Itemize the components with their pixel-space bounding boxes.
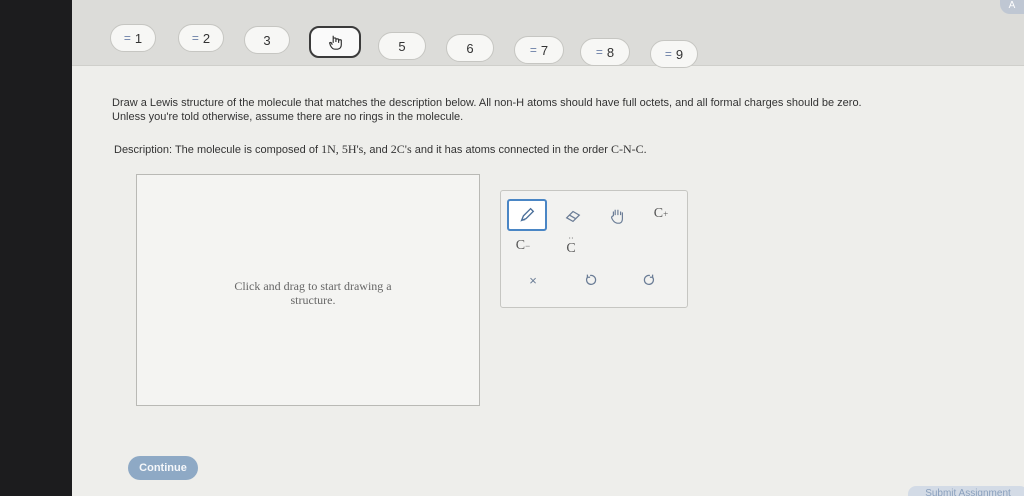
eraser-tool[interactable] xyxy=(559,203,587,229)
instructions-line-2: Unless you're told otherwise, assume the… xyxy=(112,111,464,123)
question-nav-5[interactable]: 5 xyxy=(378,32,426,60)
question-number: 8 xyxy=(606,44,615,60)
minus-charge-icon: − xyxy=(525,241,531,251)
question-instructions: Draw a Lewis structure of the molecule t… xyxy=(112,96,992,124)
formula-nitrogen: 1N, xyxy=(321,142,339,156)
formula-hydrogen: 5H's, xyxy=(341,142,367,156)
redo-icon xyxy=(643,274,655,286)
question-number: 6 xyxy=(466,40,474,56)
answered-mark-icon: = xyxy=(191,31,199,45)
description-and: and xyxy=(369,144,388,156)
submit-assignment-button[interactable]: Submit Assignment xyxy=(908,486,1024,496)
question-nav-3[interactable]: 3 xyxy=(244,26,290,54)
molecule-description: Description: The molecule is composed of… xyxy=(114,142,994,157)
pencil-icon xyxy=(520,207,535,222)
description-text-b: and it has atoms connected in the order xyxy=(414,144,608,156)
carbanion-tool[interactable]: C − xyxy=(509,233,537,259)
answered-mark-icon: = xyxy=(664,47,672,61)
undo-icon xyxy=(585,274,597,286)
lone-pair-tool[interactable]: ·· C xyxy=(557,233,585,259)
question-nav-1[interactable]: = 1 xyxy=(110,24,156,52)
close-icon: × xyxy=(529,272,537,288)
question-nav-6[interactable]: 6 xyxy=(446,34,494,62)
drawing-toolbox: C + C − ·· C × xyxy=(500,190,688,308)
structure-drawing-canvas[interactable]: Click and drag to start drawing a struct… xyxy=(136,174,480,406)
lone-pair-label: C xyxy=(566,241,576,256)
answered-mark-icon: = xyxy=(529,43,537,57)
question-nav-8[interactable]: = 8 xyxy=(580,38,630,66)
redo-button[interactable] xyxy=(635,267,663,293)
eraser-icon xyxy=(565,210,581,223)
question-number: 9 xyxy=(675,46,684,62)
answered-mark-icon: = xyxy=(123,31,131,45)
atom-order: C-N-C. xyxy=(611,142,647,156)
formula-carbon: 2C's xyxy=(390,142,412,156)
question-number: 2 xyxy=(202,30,211,46)
continue-button[interactable]: Continue xyxy=(128,456,198,480)
question-nav-4-current[interactable] xyxy=(309,26,361,58)
carbanion-label: C xyxy=(515,238,526,253)
cation-label: C xyxy=(653,206,664,221)
question-number: 1 xyxy=(134,30,143,46)
description-text-a: The molecule is composed of xyxy=(174,144,319,156)
app-screen: = 1 = 2 3 5 6 = 7 = 8 = 9 A Draw a Lewis… xyxy=(72,0,1024,496)
undo-button[interactable] xyxy=(577,267,605,293)
hand-icon xyxy=(611,209,623,224)
question-nav-bar: = 1 = 2 3 5 6 = 7 = 8 = 9 A xyxy=(72,0,1024,68)
pencil-tool[interactable] xyxy=(507,199,547,231)
question-number: 7 xyxy=(540,42,549,58)
question-content: Draw a Lewis structure of the molecule t… xyxy=(72,66,1024,496)
clear-button[interactable]: × xyxy=(519,267,547,293)
hand-pointer-icon xyxy=(328,35,342,50)
question-nav-7[interactable]: = 7 xyxy=(514,36,564,64)
plus-charge-icon: + xyxy=(663,209,669,219)
question-nav-2[interactable]: = 2 xyxy=(178,24,224,52)
hand-tool[interactable] xyxy=(603,203,631,229)
account-corner-badge[interactable]: A xyxy=(1000,0,1024,14)
cation-tool[interactable]: C + xyxy=(647,201,675,227)
description-label: Description: xyxy=(114,144,173,156)
canvas-hint: Click and drag to start drawing a struct… xyxy=(234,279,392,307)
question-number: 5 xyxy=(398,38,406,54)
answered-mark-icon: = xyxy=(595,45,603,59)
question-number: 3 xyxy=(263,32,271,48)
question-nav-9[interactable]: = 9 xyxy=(650,40,698,68)
instructions-line-1: Draw a Lewis structure of the molecule t… xyxy=(112,97,862,109)
